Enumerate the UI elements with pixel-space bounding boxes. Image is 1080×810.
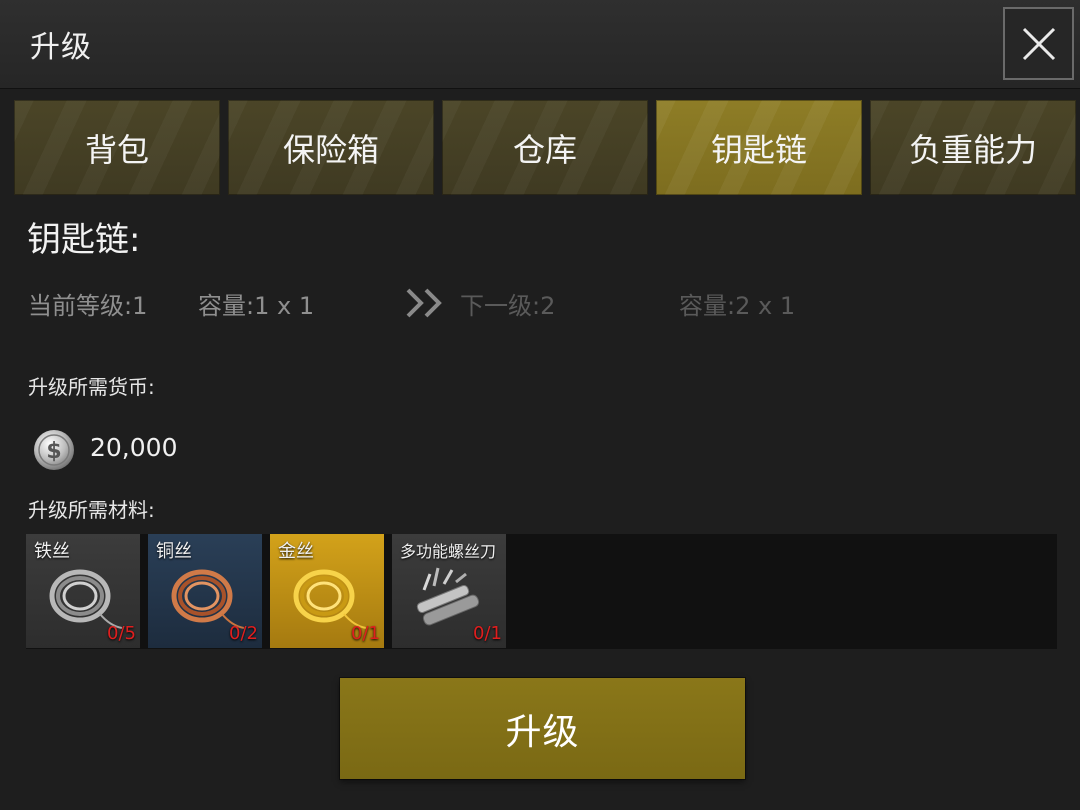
- double-chevron-right-icon: [404, 286, 448, 326]
- material-count: 0/1: [473, 623, 502, 644]
- material-slot-multitool-screwdriver[interactable]: 多功能螺丝刀 0/1: [392, 534, 506, 648]
- next-level: 下一级:2: [460, 292, 556, 320]
- materials-list: 铁丝 0/5 铜丝 0/2 金丝 0/1 多功能螺丝刀 0/1: [26, 534, 1057, 649]
- material-name: 铜丝: [156, 541, 192, 562]
- material-name: 金丝: [278, 541, 314, 562]
- currency-amount: 20,000: [90, 433, 178, 462]
- currency-label: 升级所需货币:: [28, 375, 155, 399]
- material-slot-copper-wire[interactable]: 铜丝 0/2: [148, 534, 262, 648]
- material-name: 多功能螺丝刀: [400, 542, 497, 561]
- next-capacity: 容量:2 x 1: [679, 292, 796, 320]
- material-slot-gold-wire[interactable]: 金丝 0/1: [270, 534, 384, 648]
- tab-carry-capacity[interactable]: 负重能力: [870, 100, 1076, 195]
- svg-text:$: $: [46, 439, 61, 464]
- tab-bar: 背包 保险箱 仓库 钥匙链 负重能力: [14, 100, 1080, 195]
- material-slot-iron-wire[interactable]: 铁丝 0/5: [26, 534, 140, 648]
- title-bar: 升级: [0, 0, 1080, 89]
- level-info: 当前等级:1 容量:1 x 1 下一级:2 容量:2 x 1: [28, 286, 1068, 320]
- close-button[interactable]: [1003, 7, 1074, 80]
- tab-backpack[interactable]: 背包: [14, 100, 220, 195]
- material-count: 0/1: [351, 623, 380, 644]
- upgrade-window: 升级 背包 保险箱 仓库 钥匙链 负重能力 钥匙链: 当前等级:1 容量:1 x…: [0, 0, 1080, 810]
- tab-keychain[interactable]: 钥匙链: [656, 100, 862, 195]
- current-level: 当前等级:1: [28, 292, 148, 320]
- window-title: 升级: [30, 30, 92, 65]
- material-name: 铁丝: [34, 541, 70, 562]
- material-count: 0/2: [229, 623, 258, 644]
- section-title: 钥匙链:: [27, 220, 141, 260]
- tab-safe-box[interactable]: 保险箱: [228, 100, 434, 195]
- close-icon: [1022, 27, 1056, 61]
- upgrade-button[interactable]: 升级: [340, 678, 745, 779]
- tab-warehouse[interactable]: 仓库: [442, 100, 648, 195]
- materials-label: 升级所需材料:: [28, 498, 155, 522]
- current-capacity: 容量:1 x 1: [198, 292, 315, 320]
- silver-coin-icon: $: [34, 430, 74, 470]
- material-count: 0/5: [107, 623, 136, 644]
